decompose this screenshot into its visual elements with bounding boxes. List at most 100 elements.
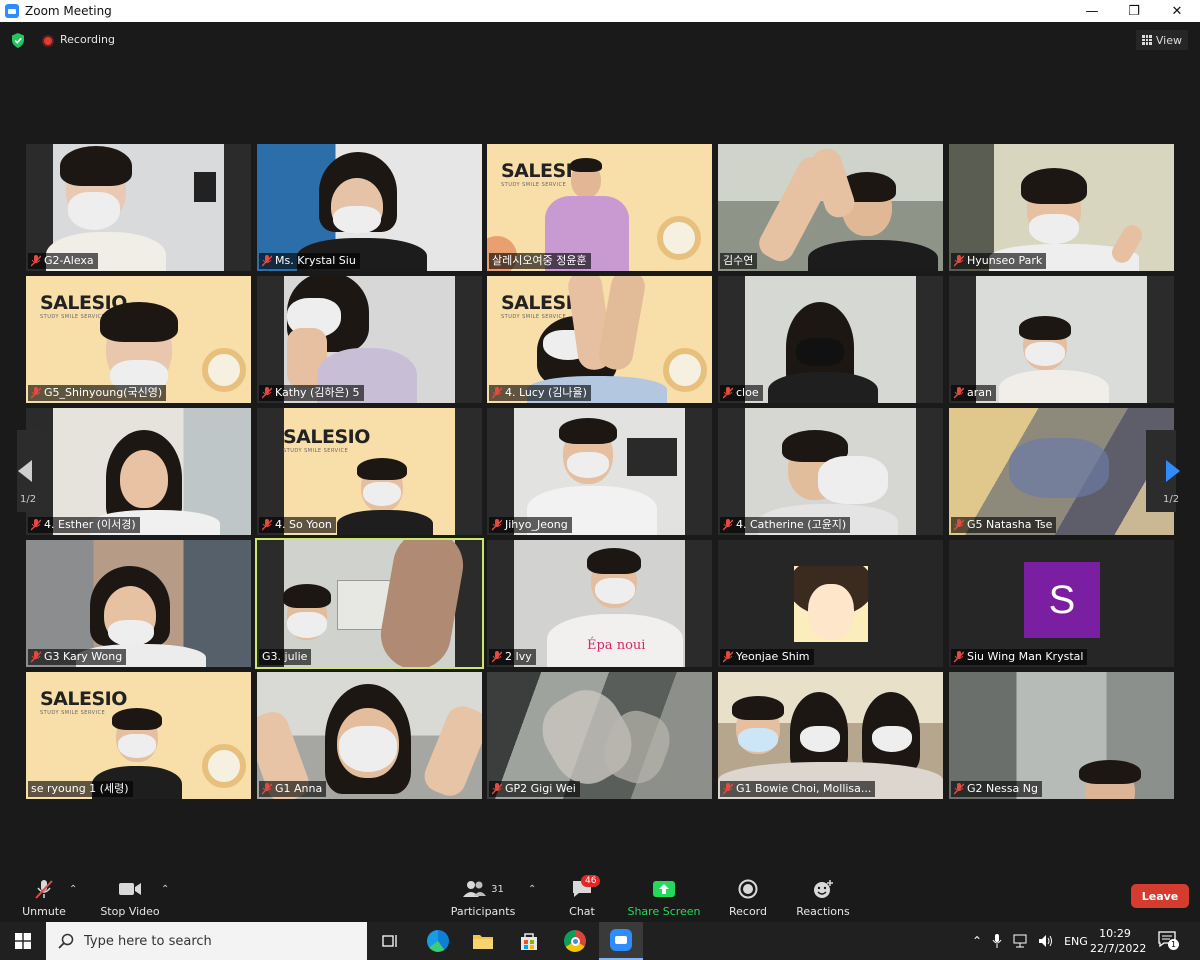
participant-name: se ryoung 1 (세령) bbox=[28, 781, 133, 797]
participants-options-caret[interactable]: ⌃ bbox=[528, 884, 536, 895]
start-button[interactable] bbox=[0, 922, 46, 960]
view-button[interactable]: View bbox=[1135, 30, 1188, 50]
participant-name: Siu Wing Man Krystal bbox=[951, 649, 1088, 665]
video-tile[interactable]: G1 Anna bbox=[257, 672, 482, 799]
volume-icon[interactable] bbox=[1038, 934, 1054, 948]
participant-name: Ms. Krystal Siu bbox=[259, 253, 360, 269]
search-placeholder: Type here to search bbox=[84, 933, 212, 949]
video-camera-icon bbox=[118, 877, 142, 901]
grid-icon bbox=[1141, 35, 1152, 45]
task-view-icon bbox=[382, 935, 397, 947]
file-explorer-button[interactable] bbox=[461, 922, 505, 960]
search-icon bbox=[58, 933, 74, 949]
video-tile[interactable]: Jihyo_Jeong bbox=[487, 408, 712, 535]
chrome-app-button[interactable] bbox=[553, 922, 597, 960]
video-tile[interactable]: 4. Catherine (고윤지) bbox=[718, 408, 943, 535]
stop-video-button[interactable]: Stop Video bbox=[100, 874, 160, 918]
video-tile[interactable]: SALESIO STUDY SMILE SERVICE 살레시오여중 정윤훈 bbox=[487, 144, 712, 271]
notification-count: 1 bbox=[1168, 939, 1179, 950]
recording-dot-icon[interactable] bbox=[42, 35, 54, 47]
participant-name: Kathy (김하은) 5 bbox=[259, 385, 364, 401]
notification-center-button[interactable]: 1 bbox=[1158, 931, 1179, 951]
next-page-button[interactable]: 1/2 bbox=[1146, 430, 1180, 512]
share-screen-button[interactable]: Share Screen bbox=[627, 874, 701, 918]
recording-label[interactable]: Recording bbox=[60, 33, 115, 46]
participant-name: GP2 Gigi Wei bbox=[489, 781, 580, 797]
window-title: Zoom Meeting bbox=[25, 4, 112, 18]
video-tile[interactable]: SALESIO STUDY SMILE SERVICE se ryoung 1 (… bbox=[26, 672, 251, 799]
avatar: S bbox=[1024, 562, 1100, 638]
video-options-caret[interactable]: ⌃ bbox=[161, 884, 169, 895]
video-tile[interactable]: Yeonjae Shim bbox=[718, 540, 943, 667]
video-tile[interactable]: Kathy (김하은) 5 bbox=[257, 276, 482, 403]
participants-icon: 31 bbox=[462, 877, 504, 901]
task-view-button[interactable] bbox=[368, 922, 412, 960]
arrow-left-icon bbox=[18, 460, 32, 482]
video-tile[interactable]: Hyunseo Park bbox=[949, 144, 1174, 271]
mic-muted-icon bbox=[492, 783, 502, 795]
view-label: View bbox=[1155, 33, 1182, 47]
window-title-bar: Zoom Meeting — ❐ ✕ bbox=[0, 0, 1200, 22]
video-tile[interactable]: SALESIO STUDY SMILE SERVICE G5_Shinyoung(… bbox=[26, 276, 251, 403]
reactions-button[interactable]: Reactions bbox=[795, 874, 851, 918]
video-tile[interactable]: SALESIO STUDY SMILE SERVICE 4. Lucy (김나율) bbox=[487, 276, 712, 403]
salesio-logo: SALESIO STUDY SMILE SERVICE bbox=[283, 426, 370, 454]
audio-options-caret[interactable]: ⌃ bbox=[69, 884, 77, 895]
video-tile[interactable]: G3 Kary Wong bbox=[26, 540, 251, 667]
participant-name: G1 Anna bbox=[259, 781, 327, 797]
minimize-button[interactable]: — bbox=[1070, 0, 1114, 22]
taskbar-search[interactable]: Type here to search bbox=[46, 922, 367, 960]
close-button[interactable]: ✕ bbox=[1155, 0, 1199, 22]
record-button[interactable]: Record bbox=[728, 874, 768, 918]
page-indicator: 1/2 bbox=[1163, 494, 1180, 505]
mic-muted-icon bbox=[954, 255, 964, 267]
video-tile[interactable]: GP2 Gigi Wei bbox=[487, 672, 712, 799]
video-tile[interactable]: G1 Bowie Choi, Mollisa... bbox=[718, 672, 943, 799]
zoom-app-icon bbox=[5, 4, 19, 18]
store-bag-icon bbox=[521, 933, 537, 950]
store-app-button[interactable] bbox=[507, 922, 551, 960]
video-tile[interactable]: 4. Esther (이서경) bbox=[26, 408, 251, 535]
video-tile[interactable]: aran bbox=[949, 276, 1174, 403]
show-hidden-icons-chevron-icon[interactable]: ⌃ bbox=[972, 934, 982, 948]
participant-name: 4. So Yoon bbox=[259, 517, 336, 533]
participant-name: 살레시오여중 정윤훈 bbox=[489, 253, 591, 269]
taskbar-clock[interactable]: 10:29 22/7/2022 bbox=[1090, 926, 1146, 956]
video-tile-active-speaker[interactable]: G3. julie bbox=[255, 538, 484, 669]
video-tile[interactable]: G5 Natasha Tse bbox=[949, 408, 1174, 535]
video-tile[interactable]: SALESIO STUDY SMILE SERVICE 4. So Yoon bbox=[257, 408, 482, 535]
zoom-app-button[interactable] bbox=[599, 922, 643, 960]
page-indicator: 1/2 bbox=[20, 494, 37, 505]
mic-muted-icon bbox=[723, 519, 733, 531]
mic-muted-icon bbox=[954, 387, 964, 399]
network-icon[interactable] bbox=[1012, 934, 1028, 948]
shield-icon[interactable] bbox=[11, 33, 25, 48]
video-tile[interactable]: Épa noui 2 Ivy bbox=[487, 540, 712, 667]
participant-name: G2 Nessa Ng bbox=[951, 781, 1042, 797]
language-indicator[interactable]: ENG bbox=[1064, 935, 1088, 948]
chat-badge: 46 bbox=[581, 875, 601, 887]
microphone-icon[interactable] bbox=[992, 934, 1002, 948]
video-tile[interactable]: cloe bbox=[718, 276, 943, 403]
participants-button[interactable]: 31 Participants bbox=[451, 874, 515, 918]
leave-button[interactable]: Leave bbox=[1131, 884, 1189, 908]
smiley-plus-icon bbox=[812, 877, 834, 901]
arrow-right-icon bbox=[1166, 460, 1180, 482]
mic-muted-icon bbox=[723, 783, 733, 795]
video-tile[interactable]: S Siu Wing Man Krystal bbox=[949, 540, 1174, 667]
meeting-top-bar: Recording View bbox=[0, 22, 1200, 58]
video-tile[interactable]: G2 Nessa Ng bbox=[949, 672, 1174, 799]
previous-page-button[interactable]: 1/2 bbox=[17, 430, 47, 512]
shirt-text: Épa noui bbox=[587, 638, 646, 653]
video-tile[interactable]: 김수연 bbox=[718, 144, 943, 271]
video-tile[interactable]: G2-Alexa bbox=[26, 144, 251, 271]
unmute-button[interactable]: Unmute bbox=[22, 874, 66, 918]
meeting-toolbar: Unmute ⌃ Stop Video ⌃ 31 Participants ⌃ … bbox=[0, 870, 1200, 922]
edge-icon bbox=[427, 930, 449, 952]
chat-button[interactable]: 46 Chat bbox=[563, 874, 601, 918]
restore-button[interactable]: ❐ bbox=[1112, 0, 1156, 22]
participant-name: 4. Lucy (김나율) bbox=[489, 385, 591, 401]
mic-muted-icon bbox=[723, 387, 733, 399]
edge-app-button[interactable] bbox=[416, 922, 460, 960]
video-tile[interactable]: Ms. Krystal Siu bbox=[257, 144, 482, 271]
